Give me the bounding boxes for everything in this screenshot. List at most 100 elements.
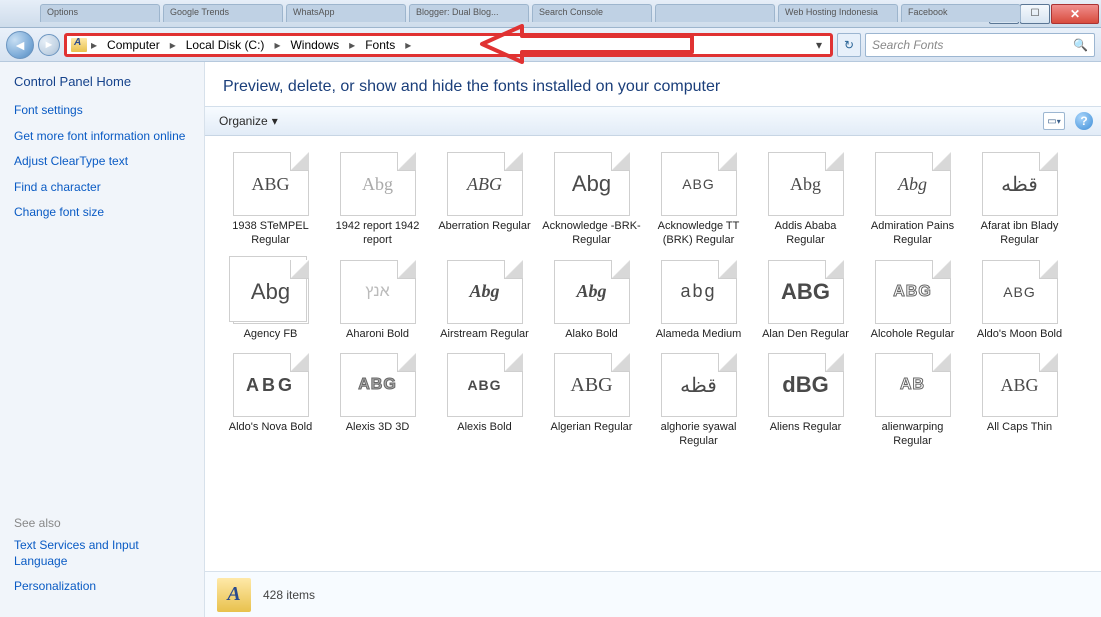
font-preview-thumb: Abg — [768, 152, 844, 216]
font-item[interactable]: ABalienwarping Regular — [859, 349, 966, 453]
sidebar-link-cleartype[interactable]: Adjust ClearType text — [14, 154, 190, 170]
font-item[interactable]: אנץAharoni Bold — [324, 256, 431, 346]
font-item[interactable]: Abg Airstream Regular — [431, 256, 538, 346]
font-item[interactable]: ABGAlgerian Regular — [538, 349, 645, 453]
font-row: ABG Aldo's Nova Bold ABG Alexis 3D 3D ABGAle… — [217, 349, 1095, 453]
control-panel-home-link[interactable]: Control Panel Home — [14, 74, 190, 89]
chevron-right-icon[interactable]: ▸ — [89, 38, 99, 52]
font-item[interactable]: AbgAdmiration Pains Regular — [859, 148, 966, 252]
font-row: AbgAgency FBאנץAharoni BoldAbgAirstream … — [217, 256, 1095, 346]
font-item-label: Alcohole Regular — [871, 328, 955, 342]
font-item-label: alienwarping Regular — [863, 421, 963, 449]
search-input[interactable]: Search Fonts 🔍 — [865, 33, 1095, 57]
font-item[interactable]: ABGAll Caps Thin — [966, 349, 1073, 453]
browser-tab[interactable]: Facebook — [901, 4, 1021, 22]
chevron-right-icon[interactable]: ▸ — [272, 38, 282, 52]
font-preview-thumb: ABG — [447, 152, 523, 216]
breadcrumb[interactable]: Windows — [284, 38, 345, 52]
browser-tab[interactable]: Options — [40, 4, 160, 22]
font-preview-thumb: ABG — [340, 353, 416, 417]
view-options-button[interactable]: ▭▾ — [1043, 112, 1065, 130]
back-button[interactable]: ◄ — [6, 31, 34, 59]
font-preview-thumb: Abg — [554, 260, 630, 324]
font-preview-thumb: قظه — [661, 353, 737, 417]
font-item[interactable]: ABG Alcohole Regular — [859, 256, 966, 346]
forward-button[interactable]: ► — [38, 34, 60, 56]
font-item[interactable]: ABG1938 STeMPEL Regular — [217, 148, 324, 252]
browser-tab[interactable]: Web Hosting Indonesia — [778, 4, 898, 22]
font-item[interactable]: ABG Alexis 3D 3D — [324, 349, 431, 453]
sidebar-link-more-info[interactable]: Get more font information online — [14, 129, 190, 145]
sidebar-link-text-services[interactable]: Text Services and Input Language — [14, 538, 190, 569]
sidebar-link-font-settings[interactable]: Font settings — [14, 103, 190, 119]
font-item-label: Aldo's Nova Bold — [229, 421, 312, 435]
chevron-right-icon[interactable]: ▸ — [168, 38, 178, 52]
font-item[interactable]: ABG Aldo's Nova Bold — [217, 349, 324, 453]
font-preview-thumb: Abg — [233, 260, 309, 324]
maximize-button[interactable]: ☐ — [1020, 4, 1050, 24]
font-row: ABG1938 STeMPEL RegularAbg1942 report 19… — [217, 148, 1095, 252]
font-item-label: alghorie syawal Regular — [649, 421, 749, 449]
breadcrumb[interactable]: Local Disk (C:) — [180, 38, 271, 52]
chevron-right-icon[interactable]: ▸ — [403, 38, 413, 52]
status-bar: A 428 items — [205, 571, 1101, 617]
font-item-label: 1942 report 1942 report — [328, 220, 428, 248]
breadcrumb[interactable]: Fonts — [359, 38, 401, 52]
page-title: Preview, delete, or show and hide the fo… — [205, 62, 1101, 106]
font-preview-thumb: Abg — [447, 260, 523, 324]
organize-button[interactable]: Organize ▾ — [213, 112, 284, 130]
font-item-label: Aharoni Bold — [346, 328, 409, 342]
font-item-label: Airstream Regular — [440, 328, 529, 342]
refresh-button[interactable]: ↻ — [837, 33, 861, 57]
font-preview-thumb: ABG — [233, 353, 309, 417]
font-item[interactable]: ABGAlexis Bold — [431, 349, 538, 453]
status-item-count: 428 items — [263, 588, 315, 602]
font-preview-thumb: ABG — [661, 152, 737, 216]
font-item[interactable]: ABG Aldo's Moon Bold — [966, 256, 1073, 346]
font-item[interactable]: Abg 1942 report 1942 report — [324, 148, 431, 252]
font-item-label: Agency FB — [244, 328, 298, 342]
close-button[interactable]: ✕ — [1051, 4, 1099, 24]
font-item-label: Alameda Medium — [656, 328, 742, 342]
font-preview-thumb: ABG — [447, 353, 523, 417]
font-preview-thumb: Abg — [340, 152, 416, 216]
sidebar-link-change-size[interactable]: Change font size — [14, 205, 190, 221]
chevron-right-icon[interactable]: ▸ — [347, 38, 357, 52]
browser-tab[interactable]: Blogger: Dual Blog... — [409, 4, 529, 22]
font-preview-thumb: Abg — [875, 152, 951, 216]
font-item[interactable]: Abg Agency FB — [217, 256, 324, 346]
address-row: ◄ ► ▸ Computer ▸ Local Disk (C:) ▸ Windo… — [0, 28, 1101, 62]
font-item[interactable]: AbgAlako Bold — [538, 256, 645, 346]
font-grid[interactable]: ABG1938 STeMPEL RegularAbg1942 report 19… — [205, 136, 1101, 571]
font-item[interactable]: ABG Aberration Regular — [431, 148, 538, 252]
font-item[interactable]: قظهAfarat ibn Blady Regular — [966, 148, 1073, 252]
font-item[interactable]: ABGAlan Den Regular — [752, 256, 859, 346]
font-preview-thumb: ABG — [875, 260, 951, 324]
search-placeholder: Search Fonts — [872, 38, 943, 52]
font-item[interactable]: dBGAliens Regular — [752, 349, 859, 453]
organize-label: Organize — [219, 114, 268, 128]
font-item-label: Alexis 3D 3D — [346, 421, 410, 435]
font-item[interactable]: abgAlameda Medium — [645, 256, 752, 346]
font-preview-thumb: ABG — [982, 260, 1058, 324]
font-item[interactable]: AbgAddis Ababa Regular — [752, 148, 859, 252]
browser-tab[interactable]: Google Trends — [163, 4, 283, 22]
font-item-label: Aberration Regular — [438, 220, 530, 234]
font-preview-thumb: ABG — [982, 353, 1058, 417]
font-item[interactable]: ABGAcknowledge TT (BRK) Regular — [645, 148, 752, 252]
help-icon[interactable]: ? — [1075, 112, 1093, 130]
address-bar[interactable]: ▸ Computer ▸ Local Disk (C:) ▸ Windows ▸… — [64, 33, 833, 57]
font-item-label: Aliens Regular — [770, 421, 842, 435]
sidebar-link-find-character[interactable]: Find a character — [14, 180, 190, 196]
font-item[interactable]: قظه alghorie syawal Regular — [645, 349, 752, 453]
font-item[interactable]: AbgAcknowledge -BRK- Regular — [538, 148, 645, 252]
sidebar-link-personalization[interactable]: Personalization — [14, 579, 190, 595]
address-dropdown-icon[interactable]: ▾ — [812, 38, 826, 52]
breadcrumb[interactable]: Computer — [101, 38, 166, 52]
browser-tab[interactable]: Search Console — [532, 4, 652, 22]
browser-tab[interactable]: WhatsApp — [286, 4, 406, 22]
font-item-label: Aldo's Moon Bold — [977, 328, 1062, 342]
font-preview-thumb: ABG — [768, 260, 844, 324]
toolbar: Organize ▾ ▭▾ ? — [205, 106, 1101, 136]
browser-tab[interactable] — [655, 4, 775, 22]
